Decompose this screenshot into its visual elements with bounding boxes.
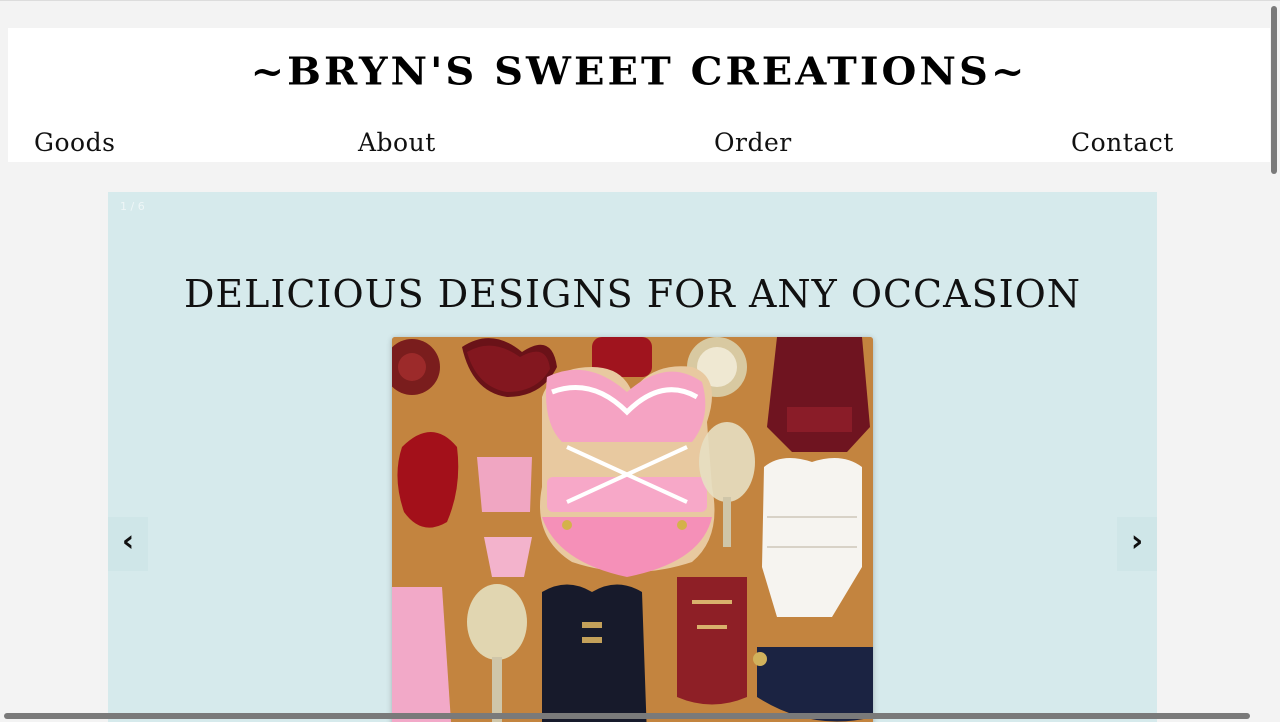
slideshow: 1 / 6 DELICIOUS DESIGNS FOR ANY OCCASION — [108, 192, 1157, 722]
nav-item-about[interactable]: About — [358, 128, 436, 157]
site-title: ~BRYN'S SWEET CREATIONS~ — [250, 49, 1028, 94]
slide-image — [392, 337, 873, 722]
nav-item-goods[interactable]: Goods — [34, 128, 115, 157]
cookie-photo-illustration — [392, 337, 873, 722]
horizontal-scrollbar[interactable] — [0, 710, 1280, 722]
site-header: ~BRYN'S SWEET CREATIONS~ Goods About Ord… — [8, 28, 1270, 162]
nav-item-contact[interactable]: Contact — [1071, 128, 1174, 157]
nav-item-order[interactable]: Order — [714, 128, 792, 157]
top-border — [0, 0, 1280, 1]
horizontal-scrollbar-thumb[interactable] — [4, 713, 1250, 719]
vertical-scrollbar-thumb[interactable] — [1271, 6, 1277, 174]
slide-heading: DELICIOUS DESIGNS FOR ANY OCCASION — [183, 271, 1082, 316]
slide-counter: 1 / 6 — [120, 200, 145, 213]
next-slide-button[interactable]: › — [1117, 517, 1157, 571]
vertical-scrollbar[interactable] — [1268, 0, 1280, 722]
prev-slide-button[interactable]: ‹ — [108, 517, 148, 571]
